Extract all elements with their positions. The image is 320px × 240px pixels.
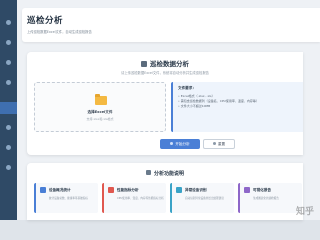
file-dropzone[interactable]: 选择Excel文件 支持.xlsx和.xls格式 bbox=[34, 82, 166, 132]
sidebar-nav-icon[interactable] bbox=[6, 60, 11, 65]
sidebar-nav-icon[interactable] bbox=[6, 40, 11, 45]
start-analysis-button[interactable]: 开始分析 bbox=[160, 139, 200, 149]
page-subtitle: 上传巡检数据Excel文件，自动生成巡检报告 bbox=[27, 30, 92, 34]
play-icon bbox=[170, 142, 174, 145]
feature-card: 异常设备识别 自动识别异常设备并给出处理建议 bbox=[170, 183, 234, 213]
page-title: 巡检分析 bbox=[27, 16, 64, 26]
feature-name: 可视化报告 bbox=[253, 187, 271, 192]
sidebar-nav-icon[interactable] bbox=[6, 20, 11, 25]
sidebar-nav-icon[interactable] bbox=[6, 80, 11, 85]
info-icon bbox=[145, 170, 151, 175]
requirements-title: 文件要求： bbox=[178, 86, 196, 90]
feature-desc: CPU使用率、温度、内存等性能指标分析 bbox=[117, 197, 164, 200]
sidebar-nav-icon[interactable] bbox=[6, 165, 11, 170]
sidebar-nav-icon[interactable] bbox=[6, 125, 11, 130]
feature-card: 可视化报告 生成图表化的巡检报告 bbox=[238, 183, 302, 213]
alert-icon bbox=[176, 187, 182, 193]
reset-icon bbox=[212, 142, 216, 145]
select-file-label[interactable]: 选择Excel文件 bbox=[35, 110, 165, 115]
gauge-icon bbox=[108, 187, 114, 193]
feature-name: 性能指标分析 bbox=[117, 187, 139, 192]
requirement-item: 文件大小不超过10MB bbox=[178, 104, 298, 109]
report-icon bbox=[244, 187, 250, 193]
file-requirements: 文件要求： Excel格式（.xlsx, .xls） 需包含巡检数据列（设备名、… bbox=[171, 82, 303, 132]
folder-icon bbox=[95, 94, 107, 105]
feature-desc: 统计设备总数、健康率等基础指标 bbox=[49, 197, 88, 200]
features-panel: 分析功能说明 设备概况统计 统计设备总数、健康率等基础指标 性能指标分析 CPU… bbox=[27, 163, 303, 220]
feature-card: 性能指标分析 CPU使用率、温度、内存等性能指标分析 bbox=[102, 183, 166, 213]
feature-desc: 生成图表化的巡检报告 bbox=[253, 197, 279, 200]
sidebar bbox=[0, 0, 17, 220]
features-title: 分析功能说明 bbox=[27, 170, 303, 177]
chart-icon bbox=[40, 187, 46, 193]
feature-card: 设备概况统计 统计设备总数、健康率等基础指标 bbox=[34, 183, 98, 213]
upload-card-title: 巡检数据分析 bbox=[27, 58, 303, 68]
reset-button[interactable]: 重置 bbox=[203, 139, 235, 149]
watermark: 知乎 bbox=[295, 207, 314, 217]
upload-card-subtitle: 请上传巡检数据Excel文件，系统将自动分析并生成巡检报告 bbox=[121, 71, 209, 75]
analysis-icon bbox=[141, 60, 147, 67]
feature-name: 设备概况统计 bbox=[49, 187, 71, 192]
sidebar-active-item[interactable] bbox=[0, 102, 17, 114]
feature-desc: 自动识别异常设备并给出处理建议 bbox=[185, 197, 224, 200]
feature-name: 异常设备识别 bbox=[185, 187, 207, 192]
sidebar-nav-icon[interactable] bbox=[6, 145, 11, 150]
page-header: 巡检分析 上传巡检数据Excel文件，自动生成巡检报告 bbox=[22, 8, 320, 42]
file-format-hint: 支持.xlsx和.xls格式 bbox=[86, 117, 114, 121]
upload-card: 巡检数据分析 请上传巡检数据Excel文件，系统将自动分析并生成巡检报告 选择E… bbox=[27, 52, 303, 155]
